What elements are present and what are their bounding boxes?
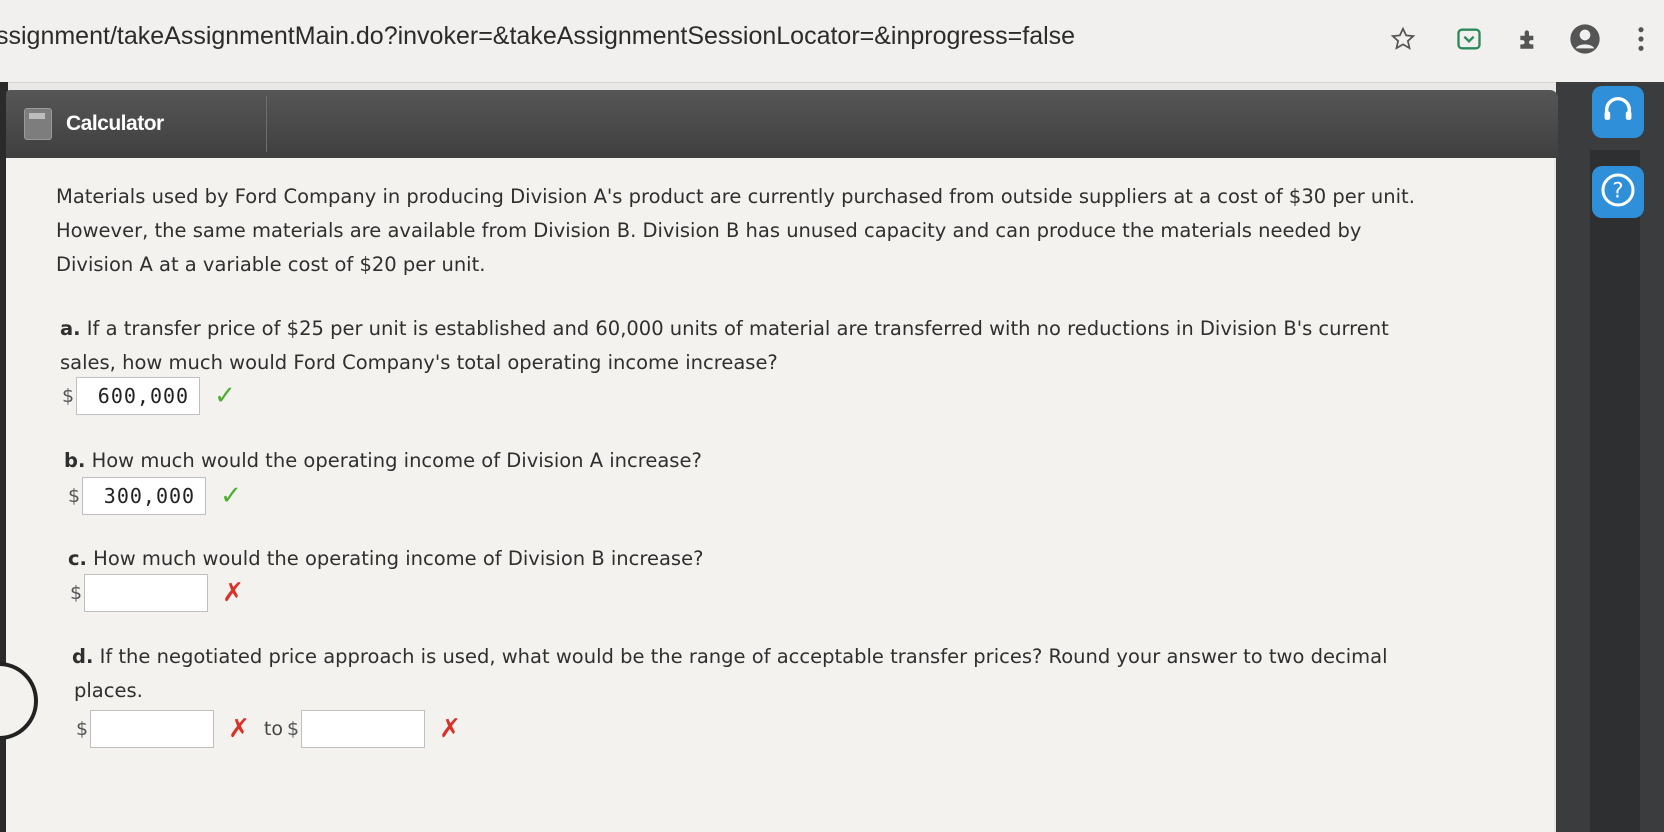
question-d-line-1: If the negotiated price approach is used… — [99, 645, 1388, 668]
answer-c-input[interactable] — [84, 574, 209, 612]
incorrect-x-icon: ✗ — [222, 578, 244, 608]
calculator-label: Calculator — [66, 112, 164, 135]
question-c-letter: c. — [68, 547, 87, 570]
star-icon[interactable] — [1386, 22, 1420, 56]
extension-icon[interactable] — [1512, 22, 1546, 56]
pocket-icon[interactable] — [1452, 22, 1486, 56]
currency-sign: $ — [286, 718, 300, 740]
currency-sign: $ — [68, 485, 81, 507]
side-rail-track — [1590, 150, 1640, 832]
answer-d-row: $ ✗ to $ ✗ — [76, 710, 461, 748]
currency-sign: $ — [76, 718, 89, 740]
question-d: d. If the negotiated price approach is u… — [72, 640, 1387, 674]
question-a-line-2: sales, how much would Ford Company's tot… — [60, 351, 778, 374]
support-headset-button[interactable] — [1592, 86, 1644, 138]
answer-b-input[interactable]: 300,000 — [82, 477, 207, 515]
range-to-label: to — [263, 718, 283, 740]
intro-line-2: However, the same materials are availabl… — [56, 219, 1362, 242]
help-icon: ? — [1600, 172, 1636, 212]
address-bar[interactable]: ssignment/takeAssignmentMain.do?invoker=… — [0, 22, 1075, 51]
question-c: c. How much would the operating income o… — [68, 542, 703, 576]
account-icon[interactable] — [1568, 22, 1602, 56]
answer-d-from-input[interactable] — [90, 710, 215, 748]
browser-toolbar: ssignment/takeAssignmentMain.do?invoker=… — [0, 0, 1664, 83]
answer-c-row: $ ✗ — [70, 574, 244, 612]
question-b-letter: b. — [64, 449, 86, 472]
answer-a-row: $ 600,000 ✓ — [62, 377, 236, 415]
question-b: b. How much would the operating income o… — [64, 444, 702, 478]
answer-d-to-input[interactable] — [301, 710, 426, 748]
question-a-line-1: If a transfer price of $25 per unit is e… — [86, 317, 1389, 340]
incorrect-x-icon: ✗ — [439, 714, 461, 744]
correct-check-icon: ✓ — [214, 381, 236, 411]
question-c-text: How much would the operating income of D… — [93, 547, 704, 570]
question-b-text: How much would the operating income of D… — [91, 449, 702, 472]
currency-sign: $ — [70, 582, 83, 604]
currency-sign: $ — [62, 385, 75, 407]
question-d-line-2: places. — [74, 679, 143, 702]
question-a-letter: a. — [60, 317, 81, 340]
menu-icon[interactable] — [1624, 22, 1658, 56]
answer-b-row: $ 300,000 ✓ — [68, 477, 242, 515]
calculator-icon — [24, 108, 52, 140]
assignment-toolbar: Calculator — [6, 90, 1558, 158]
calculator-button[interactable]: Calculator — [16, 96, 267, 152]
help-button[interactable]: ? — [1592, 166, 1644, 218]
correct-check-icon: ✓ — [220, 481, 242, 511]
headset-icon — [1601, 93, 1635, 131]
question-d-letter: d. — [72, 645, 94, 668]
intro-line-3: Division A at a variable cost of $20 per… — [56, 253, 486, 276]
incorrect-x-icon: ✗ — [228, 714, 250, 744]
svg-text:?: ? — [1612, 179, 1623, 203]
answer-a-input[interactable]: 600,000 — [76, 377, 201, 415]
intro-line-1: Materials used by Ford Company in produc… — [56, 185, 1415, 208]
question-a: a. If a transfer price of $25 per unit i… — [60, 312, 1389, 346]
